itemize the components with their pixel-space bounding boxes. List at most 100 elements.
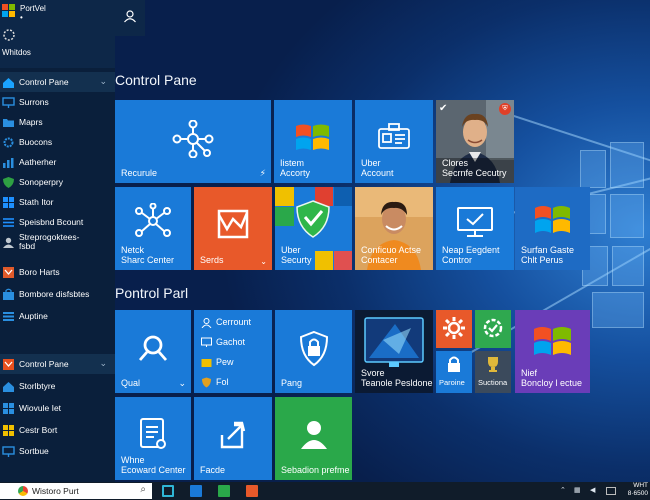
gear-icon xyxy=(2,136,15,149)
tile-label: Uber Securty xyxy=(281,245,312,265)
task-view-icon[interactable] xyxy=(162,485,174,497)
mini-item-pew[interactable]: Pew xyxy=(194,352,270,372)
sidebar-item-6[interactable]: Stath Itor xyxy=(0,192,115,212)
volume-icon[interactable]: ◀ xyxy=(590,486,595,494)
tile-suctiona[interactable]: Suctiona xyxy=(475,351,511,393)
tile-label: Uber Account xyxy=(361,158,394,178)
tile-settings-check[interactable] xyxy=(475,310,511,348)
sidebar-item-15[interactable]: Cestr Bort xyxy=(0,420,115,440)
tile-clores[interactable]: ✔ ⛨ Clores Secrnfe Cecutry xyxy=(436,100,514,183)
network-nodes-icon xyxy=(115,120,271,158)
sidebar-app-portvel[interactable]: PortVel • xyxy=(0,2,46,24)
tile-label: Whne Ecoward Center xyxy=(121,455,186,475)
tile-svore[interactable]: Svore Teanole Pesldone xyxy=(355,310,433,393)
sidebar-item-5[interactable]: Sonoperpry xyxy=(0,172,115,192)
tile-uber-account[interactable]: Uber Account xyxy=(355,100,433,183)
sidebar-item-12[interactable]: Control Pane ⌄ xyxy=(0,354,115,374)
sidebar-item-4[interactable]: Aatherher xyxy=(0,152,115,172)
sidebar-item-label: Aatherher xyxy=(19,156,57,167)
home-icon xyxy=(2,76,15,89)
sidebar-item-label: Cestr Bort xyxy=(19,424,58,435)
shield-icon xyxy=(2,176,15,189)
sidebar-item-7[interactable]: Speisbnd Bcount xyxy=(0,212,115,232)
sidebar-item-label: Auptine xyxy=(19,310,48,321)
monitor-icon xyxy=(2,445,15,458)
taskbar-search-text: Wistoro Purt xyxy=(32,486,79,496)
chevron-down-icon: ⌄ xyxy=(260,257,267,266)
sidebar-item-2[interactable]: Maprs xyxy=(0,112,115,132)
settings-dots-icon xyxy=(2,28,16,47)
windows-icon xyxy=(2,3,16,23)
edge-icon[interactable] xyxy=(190,485,202,497)
sidebar-item-13[interactable]: Storlbtyre xyxy=(0,376,115,396)
start-sidebar: PortVel • Whitdos Control Pane ⌄ Surrons Ma… xyxy=(0,0,115,482)
tile-pang[interactable]: Pang xyxy=(275,310,352,393)
browser-icon xyxy=(18,486,28,496)
sidebar-item-0[interactable]: Control Pane ⌄ xyxy=(0,72,115,92)
network-icon xyxy=(115,203,191,239)
tile-nief[interactable]: Nief Boncloy l ectue xyxy=(515,310,590,393)
store-icon[interactable] xyxy=(218,485,230,497)
user-icon xyxy=(275,417,352,451)
sidebar-item-9[interactable]: Boro Harts xyxy=(0,262,115,282)
tile-recurule[interactable]: Recurule ⚡ xyxy=(115,100,271,183)
lock-icon xyxy=(436,355,472,373)
taskbar-search-box[interactable]: Wistoro Purt ⌕ xyxy=(0,483,152,499)
tile-mini-group: Cerrount Gachot Pew Fol xyxy=(194,310,272,393)
sidebar-item-1[interactable]: Surrons xyxy=(0,92,115,112)
chevron-up-icon[interactable]: ⌃ xyxy=(560,486,566,494)
mini-item-label: Pew xyxy=(216,357,234,367)
tile-serds[interactable]: Serds ⌄ xyxy=(194,187,272,270)
tile-label: Conficuo Actse Contacer xyxy=(361,245,422,265)
tile-facde[interactable]: Facde xyxy=(194,397,272,480)
check-icon: ✔ xyxy=(439,103,448,114)
tile-label: Netck Sharc Center xyxy=(121,245,175,265)
tile-qual[interactable]: Qual ⌄ xyxy=(115,310,191,393)
search-icon: ⌕ xyxy=(140,484,146,495)
lock-shield-icon xyxy=(275,330,352,368)
sidebar-item-label: Buocons xyxy=(19,136,53,147)
sidebar-app-whitdos[interactable]: Whitdos xyxy=(0,28,44,60)
tile-gear[interactable] xyxy=(436,310,472,348)
sidebar-item-8[interactable]: Streprogoktees- fsbd xyxy=(0,232,115,252)
tile-system[interactable]: Iistem Accorty xyxy=(274,100,352,183)
monitor-icon xyxy=(2,96,15,109)
tile-contacts[interactable]: Conficuo Actse Contacer xyxy=(355,187,433,270)
tile-surfan[interactable]: Surfan Gaste Chlt Perus xyxy=(515,187,590,270)
sidebar-item-label: Sonoperpry xyxy=(19,176,63,187)
sidebar-item-label: Boro Harts xyxy=(19,266,60,277)
battery-icon[interactable] xyxy=(606,487,616,495)
group-header-pontrol-parl: Pontrol Parl xyxy=(115,285,189,301)
sidebar-item-label: Bombore disfsbtes xyxy=(19,288,90,299)
tile-label: Surfan Gaste Chlt Perus xyxy=(521,245,575,265)
tile-uber-security[interactable]: Uber Securty xyxy=(275,187,352,270)
app-icon[interactable] xyxy=(246,485,258,497)
chevron-down-icon[interactable]: ⌄ xyxy=(99,76,107,87)
tile-label: Sebadion prefme xyxy=(281,465,350,475)
network-icon[interactable]: ▦ xyxy=(574,486,581,494)
tile-neap[interactable]: Neap Eegdent Contror xyxy=(436,187,514,270)
tile-sebadion[interactable]: Sebadion prefme xyxy=(275,397,352,480)
share-icon xyxy=(194,419,272,451)
tile-network[interactable]: Netck Sharc Center xyxy=(115,187,191,270)
sidebar-item-11[interactable]: Auptine xyxy=(0,306,115,326)
sidebar-item-10[interactable]: Bombore disfsbtes xyxy=(0,284,115,304)
tile-label: Paroine xyxy=(439,378,465,387)
sidebar-item-14[interactable]: Wiovule Iet xyxy=(0,398,115,418)
windows-icon xyxy=(2,402,15,415)
sidebar-item-label: Stath Itor xyxy=(19,196,54,207)
tile-whne[interactable]: Whne Ecoward Center xyxy=(115,397,191,480)
taskbar-clock[interactable]: WHT 8·6500 xyxy=(622,482,650,498)
chevron-down-icon[interactable]: ⌄ xyxy=(99,358,107,369)
tile-label: Pang xyxy=(281,378,303,388)
tile-label: Clores Secrnfe Cecutry xyxy=(442,158,507,178)
mini-item-cerrount[interactable]: Cerrount xyxy=(194,312,270,332)
windows-icon xyxy=(2,424,15,437)
sidebar-item-16[interactable]: Sortbue xyxy=(0,441,115,461)
user-account-button[interactable] xyxy=(115,0,145,36)
tile-paroine[interactable]: Paroine xyxy=(436,351,472,393)
mini-item-fol[interactable]: Fol xyxy=(194,372,270,392)
mini-item-gachot[interactable]: Gachot xyxy=(194,332,270,352)
tile-label: Serds xyxy=(200,255,224,265)
sidebar-item-3[interactable]: Buocons xyxy=(0,132,115,152)
